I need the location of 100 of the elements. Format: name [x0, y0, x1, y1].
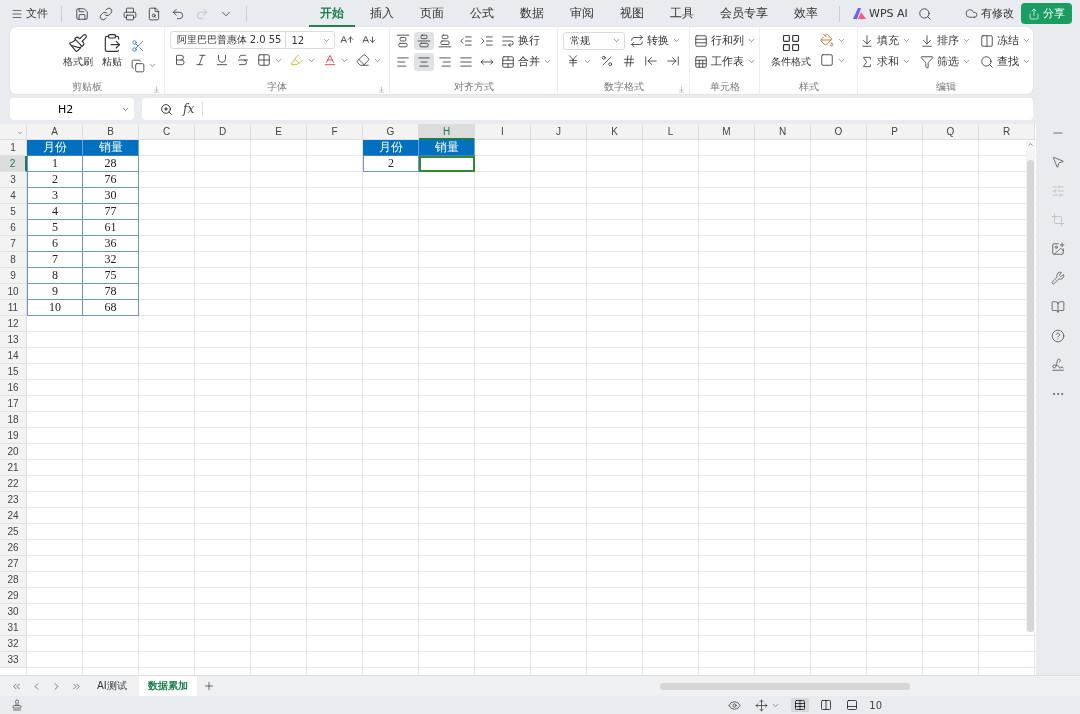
- save-status-button[interactable]: 有修改: [962, 4, 1017, 23]
- row-header[interactable]: 25: [0, 524, 27, 540]
- column-header[interactable]: B: [83, 124, 139, 140]
- column-header[interactable]: C: [139, 124, 195, 140]
- link-button[interactable]: [96, 4, 116, 23]
- horizontal-scrollbar[interactable]: [660, 682, 910, 690]
- ribbon-tab[interactable]: 数据: [509, 0, 555, 27]
- sum-button[interactable]: 求和: [857, 52, 914, 71]
- sliders-button[interactable]: [1051, 184, 1065, 198]
- worksheet-button[interactable]: 工作表: [690, 52, 759, 71]
- row-header[interactable]: 6: [0, 220, 27, 236]
- find-button[interactable]: 查找: [977, 52, 1034, 71]
- sheet-tab[interactable]: AI测试: [88, 676, 136, 696]
- signature-button[interactable]: [1051, 358, 1065, 372]
- row-header[interactable]: 2: [0, 156, 27, 172]
- row-header[interactable]: 13: [0, 332, 27, 348]
- image-edit-button[interactable]: [1051, 242, 1065, 256]
- ribbon-tab[interactable]: 审阅: [559, 0, 605, 27]
- wrap-text-button[interactable]: 换行: [497, 31, 543, 50]
- column-header[interactable]: K: [587, 124, 643, 140]
- column-header[interactable]: E: [251, 124, 307, 140]
- column-header[interactable]: H: [419, 124, 475, 140]
- ribbon-tab[interactable]: 页面: [409, 0, 455, 27]
- row-header[interactable]: 18: [0, 412, 27, 428]
- vertical-scrollbar[interactable]: [1026, 141, 1035, 632]
- row-header[interactable]: 8: [0, 252, 27, 268]
- row-header[interactable]: 17: [0, 396, 27, 412]
- column-header[interactable]: P: [867, 124, 923, 140]
- view-icon: [794, 699, 807, 711]
- column-header[interactable]: Q: [923, 124, 979, 140]
- row-header[interactable]: 9: [0, 268, 27, 284]
- row-header[interactable]: 27: [0, 556, 27, 572]
- row-header[interactable]: 11: [0, 300, 27, 316]
- help-button[interactable]: [1051, 329, 1065, 343]
- row-header[interactable]: 22: [0, 476, 27, 492]
- ribbon-tab[interactable]: 工具: [659, 0, 705, 27]
- row-header[interactable]: 1: [0, 140, 27, 156]
- row-header[interactable]: 4: [0, 188, 27, 204]
- row-header[interactable]: 29: [0, 588, 27, 604]
- row-header[interactable]: 32: [0, 636, 27, 652]
- column-header[interactable]: D: [195, 124, 251, 140]
- active-cell[interactable]: [419, 156, 475, 172]
- number-format-dropdown[interactable]: 常规: [563, 31, 625, 50]
- row-header[interactable]: 3: [0, 172, 27, 188]
- row-header[interactable]: 14: [0, 348, 27, 364]
- row-header[interactable]: 10: [0, 284, 27, 300]
- view-button[interactable]: [791, 698, 810, 712]
- row-header[interactable]: 24: [0, 508, 27, 524]
- freeze-button[interactable]: 冻结: [977, 31, 1034, 50]
- align-middle-button[interactable]: [413, 31, 434, 50]
- column-header[interactable]: O: [811, 124, 867, 140]
- font-size-dropdown[interactable]: 12: [284, 31, 335, 49]
- column-header[interactable]: L: [643, 124, 699, 140]
- ribbon-tab[interactable]: 插入: [359, 0, 405, 27]
- row-header[interactable]: 15: [0, 364, 27, 380]
- align-center-button[interactable]: [413, 52, 434, 71]
- sheet-tab[interactable]: 数据累加: [138, 676, 197, 696]
- row-header[interactable]: 33: [0, 652, 27, 668]
- row-header[interactable]: 16: [0, 380, 27, 396]
- column-header[interactable]: A: [27, 124, 83, 140]
- row-header[interactable]: 30: [0, 604, 27, 620]
- ribbon-tab[interactable]: 效率: [783, 0, 829, 27]
- formula-field[interactable]: fx: [142, 98, 1033, 120]
- column-header[interactable]: F: [307, 124, 363, 140]
- row-header[interactable]: 7: [0, 236, 27, 252]
- row-header[interactable]: 19: [0, 428, 27, 444]
- row-header[interactable]: 26: [0, 540, 27, 556]
- tools-button[interactable]: [1051, 271, 1065, 285]
- file-menu-button[interactable]: 文件: [8, 4, 51, 23]
- column-header[interactable]: G: [363, 124, 419, 140]
- row-header[interactable]: 28: [0, 572, 27, 588]
- column-header[interactable]: I: [475, 124, 531, 140]
- ribbon-tab[interactable]: 会员专享: [709, 0, 779, 27]
- add-sheet-icon: [202, 680, 215, 692]
- sort-button[interactable]: 排序: [917, 31, 974, 50]
- row-header[interactable]: 12: [0, 316, 27, 332]
- name-box[interactable]: H2: [10, 98, 134, 120]
- row-header[interactable]: 23: [0, 492, 27, 508]
- row-header[interactable]: 21: [0, 460, 27, 476]
- ribbon-tab[interactable]: 公式: [459, 0, 505, 27]
- column-header[interactable]: R: [979, 124, 1035, 140]
- wps-ai-button[interactable]: WPS AI: [850, 5, 911, 22]
- convert-button[interactable]: 转换: [627, 31, 684, 50]
- column-header[interactable]: N: [755, 124, 811, 140]
- cursor-button[interactable]: [1051, 155, 1065, 169]
- paste-button[interactable]: 粘贴: [99, 31, 125, 80]
- row-header[interactable]: 20: [0, 444, 27, 460]
- column-header[interactable]: M: [699, 124, 755, 140]
- conditional-format-button[interactable]: 条件格式: [768, 31, 814, 80]
- merge-button[interactable]: 合并: [497, 52, 555, 71]
- row-header[interactable]: 5: [0, 204, 27, 220]
- rows-columns-button[interactable]: 行和列: [690, 31, 759, 50]
- row-header[interactable]: 31: [0, 620, 27, 636]
- font-name-dropdown[interactable]: 阿里巴巴普惠体 2.0 55: [169, 31, 286, 49]
- ribbon-tab[interactable]: 视图: [609, 0, 655, 27]
- filter-button[interactable]: 筛选: [917, 52, 974, 71]
- column-header[interactable]: J: [531, 124, 587, 140]
- print-preview-icon: [147, 6, 161, 21]
- fill-button[interactable]: 填充: [857, 31, 914, 50]
- format-painter-button[interactable]: 格式刷: [60, 31, 96, 80]
